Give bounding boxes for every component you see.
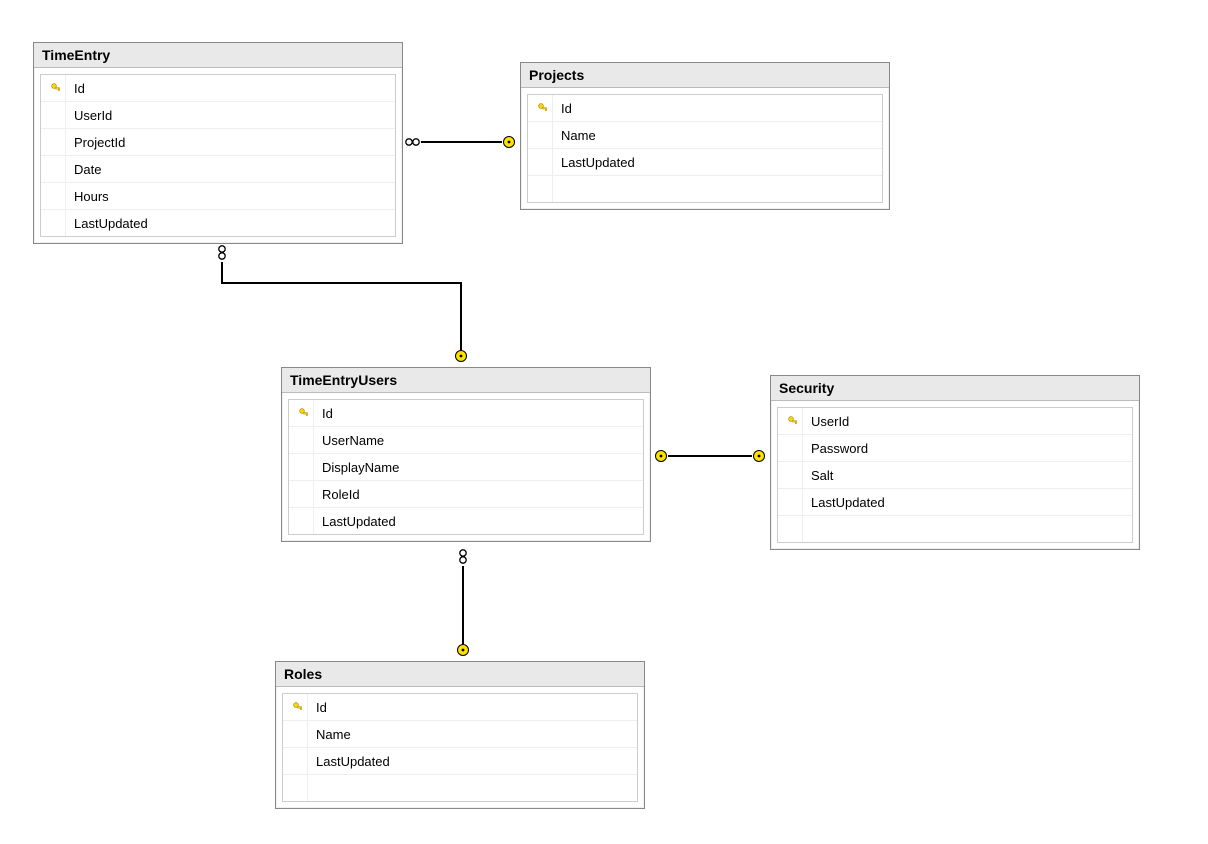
column-name: Id — [74, 81, 85, 96]
entity-security[interactable]: Security UserId Password Salt LastUpdate… — [770, 375, 1140, 550]
column-name: Id — [322, 406, 333, 421]
column-row: Id — [289, 400, 643, 427]
column-row: Date — [41, 156, 395, 183]
column-row — [778, 516, 1132, 542]
key-icon — [295, 400, 314, 426]
cardinality-many-icon — [403, 135, 423, 149]
column-row — [283, 775, 637, 801]
column-name: LastUpdated — [811, 495, 885, 510]
connector-line — [221, 262, 223, 282]
entity-title: Projects — [521, 63, 889, 88]
column-row: Id — [283, 694, 637, 721]
column-name: DisplayName — [322, 460, 399, 475]
entity-body: Id UserName DisplayName RoleId LastUpdat… — [288, 399, 644, 535]
column-name: UserName — [322, 433, 384, 448]
column-row: UserId — [778, 408, 1132, 435]
column-row: UserId — [41, 102, 395, 129]
entity-title: Roles — [276, 662, 644, 687]
cardinality-one-icon — [499, 135, 519, 149]
column-row: Salt — [778, 462, 1132, 489]
column-name: Name — [561, 128, 596, 143]
entity-body: Id UserId ProjectId Date Hours LastUpdat… — [40, 74, 396, 237]
column-name: UserId — [74, 108, 112, 123]
column-row: Id — [528, 95, 882, 122]
column-row: LastUpdated — [778, 489, 1132, 516]
column-row: LastUpdated — [528, 149, 882, 176]
column-name: ProjectId — [74, 135, 125, 150]
column-name: Salt — [811, 468, 833, 483]
key-icon — [47, 75, 66, 101]
column-name: LastUpdated — [322, 514, 396, 529]
column-row — [528, 176, 882, 202]
diagram-canvas: TimeEntry Id UserId ProjectId Date Hours… — [0, 0, 1208, 844]
entity-title: TimeEntry — [34, 43, 402, 68]
column-row: LastUpdated — [41, 210, 395, 236]
key-icon — [534, 95, 553, 121]
entity-timeentry[interactable]: TimeEntry Id UserId ProjectId Date Hours… — [33, 42, 403, 244]
column-row: LastUpdated — [283, 748, 637, 775]
column-name: RoleId — [322, 487, 360, 502]
column-name: UserId — [811, 414, 849, 429]
entity-title: Security — [771, 376, 1139, 401]
connector-line — [669, 455, 751, 457]
column-row: Id — [41, 75, 395, 102]
connector-line — [221, 282, 462, 284]
cardinality-one-icon — [451, 346, 471, 366]
connector-line — [462, 566, 464, 642]
column-row: Password — [778, 435, 1132, 462]
entity-roles[interactable]: Roles Id Name LastUpdated — [275, 661, 645, 809]
column-name: Id — [316, 700, 327, 715]
column-row: Hours — [41, 183, 395, 210]
entity-projects[interactable]: Projects Id Name LastUpdated — [520, 62, 890, 210]
column-name: Id — [561, 101, 572, 116]
column-row: ProjectId — [41, 129, 395, 156]
cardinality-one-icon — [749, 449, 769, 463]
entity-timeentryusers[interactable]: TimeEntryUsers Id UserName DisplayName R… — [281, 367, 651, 542]
cardinality-many-icon — [212, 244, 232, 264]
entity-body: Id Name LastUpdated — [527, 94, 883, 203]
entity-title: TimeEntryUsers — [282, 368, 650, 393]
entity-body: UserId Password Salt LastUpdated — [777, 407, 1133, 543]
column-row: Name — [528, 122, 882, 149]
column-name: Password — [811, 441, 868, 456]
key-icon — [784, 408, 803, 434]
connector-line — [460, 282, 462, 348]
key-icon — [289, 694, 308, 720]
column-row: LastUpdated — [289, 508, 643, 534]
column-name: Hours — [74, 189, 109, 204]
column-name: LastUpdated — [74, 216, 148, 231]
cardinality-many-icon — [453, 548, 473, 568]
column-name: Name — [316, 727, 351, 742]
entity-body: Id Name LastUpdated — [282, 693, 638, 802]
column-name: LastUpdated — [561, 155, 635, 170]
column-row: RoleId — [289, 481, 643, 508]
column-row: DisplayName — [289, 454, 643, 481]
column-name: Date — [74, 162, 101, 177]
column-row: UserName — [289, 427, 643, 454]
connector-line — [421, 141, 501, 143]
column-name: LastUpdated — [316, 754, 390, 769]
column-row: Name — [283, 721, 637, 748]
cardinality-one-icon — [651, 449, 671, 463]
cardinality-one-icon — [453, 640, 473, 660]
